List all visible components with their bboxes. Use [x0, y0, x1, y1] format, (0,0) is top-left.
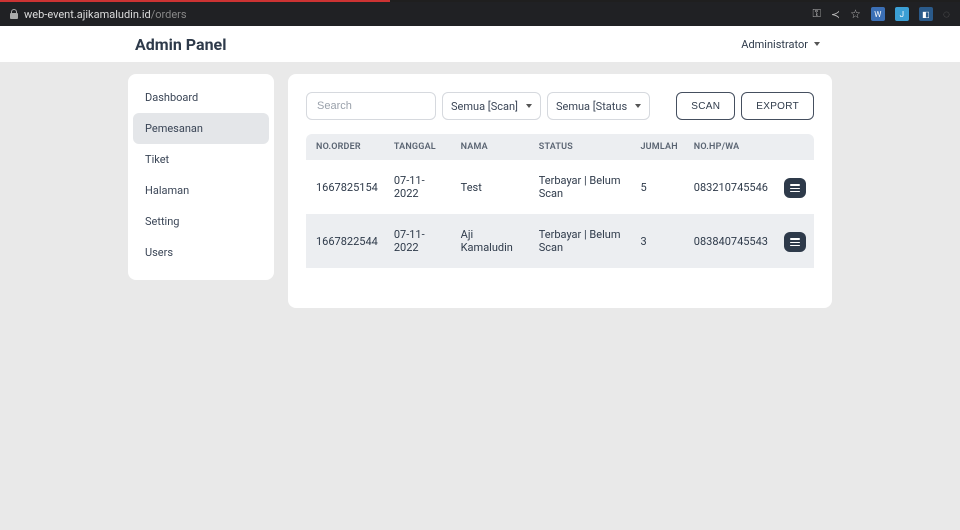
- toolbar: Semua [Scan] Semua [Status SCAN EXPORT: [306, 92, 814, 120]
- col-actions: [776, 134, 814, 160]
- cell-nama: Aji Kamaludin: [453, 214, 531, 268]
- table-row: 1667822544 07-11-2022 Aji Kamaludin Terb…: [306, 214, 814, 268]
- key-icon[interactable]: ⚿: [813, 7, 821, 21]
- browser-action-icons: ⚿ ≺ ☆ W J ◧ ◌: [813, 7, 951, 21]
- cell-status: Terbayar | Belum Scan: [531, 160, 633, 214]
- cell-jumlah: 3: [632, 214, 685, 268]
- row-actions-button[interactable]: [784, 178, 806, 198]
- filter-status-select[interactable]: Semua [Status: [547, 92, 650, 120]
- extension-icon-3[interactable]: ◧: [919, 7, 933, 21]
- url-domain: web-event.ajikamaludin.id: [24, 8, 151, 21]
- chevron-down-icon: [814, 42, 820, 46]
- share-icon[interactable]: ≺: [831, 8, 840, 21]
- user-menu[interactable]: Administrator: [741, 38, 820, 51]
- user-label: Administrator: [741, 38, 808, 51]
- cell-no-order: 1667822544: [306, 214, 386, 268]
- star-icon[interactable]: ☆: [850, 7, 861, 21]
- cell-nohp: 083210745546: [686, 160, 776, 214]
- url-path: /orders: [151, 8, 187, 21]
- filter-scan-select[interactable]: Semua [Scan]: [442, 92, 541, 120]
- sidebar: Dashboard Pemesanan Tiket Halaman Settin…: [128, 74, 274, 280]
- lock-icon: [10, 9, 18, 19]
- cell-actions: [776, 214, 814, 268]
- cell-status: Terbayar | Belum Scan: [531, 214, 633, 268]
- extension-icon-4[interactable]: ◌: [943, 7, 950, 21]
- filter-status-label: Semua [Status: [556, 100, 627, 113]
- orders-table: NO.ORDER TANGGAL NAMA STATUS JUMLAH NO.H…: [306, 134, 814, 268]
- col-jumlah: JUMLAH: [632, 134, 685, 160]
- menu-icon: [790, 184, 800, 192]
- sidebar-item-setting[interactable]: Setting: [133, 206, 269, 237]
- scan-button[interactable]: SCAN: [676, 92, 735, 120]
- col-status: STATUS: [531, 134, 633, 160]
- filter-scan-label: Semua [Scan]: [451, 100, 518, 113]
- sidebar-item-tiket[interactable]: Tiket: [133, 144, 269, 175]
- col-tanggal: TANGGAL: [386, 134, 453, 160]
- sidebar-item-pemesanan[interactable]: Pemesanan: [133, 113, 269, 144]
- cell-actions: [776, 160, 814, 214]
- col-nama: NAMA: [453, 134, 531, 160]
- chevron-down-icon: [526, 104, 532, 108]
- export-button[interactable]: EXPORT: [741, 92, 814, 120]
- row-actions-button[interactable]: [784, 232, 806, 252]
- cell-tanggal: 07-11-2022: [386, 160, 453, 214]
- cell-tanggal: 07-11-2022: [386, 214, 453, 268]
- col-nohp: NO.HP/WA: [686, 134, 776, 160]
- cell-no-order: 1667825154: [306, 160, 386, 214]
- page-title: Admin Panel: [135, 35, 226, 54]
- table-row: 1667825154 07-11-2022 Test Terbayar | Be…: [306, 160, 814, 214]
- col-no-order: NO.ORDER: [306, 134, 386, 160]
- menu-icon: [790, 238, 800, 246]
- main-panel: Semua [Scan] Semua [Status SCAN EXPORT N…: [288, 74, 832, 308]
- chevron-down-icon: [635, 104, 641, 108]
- sidebar-item-users[interactable]: Users: [133, 237, 269, 268]
- search-input[interactable]: [306, 92, 436, 120]
- sidebar-item-halaman[interactable]: Halaman: [133, 175, 269, 206]
- sidebar-item-dashboard[interactable]: Dashboard: [133, 82, 269, 113]
- cell-nama: Test: [453, 160, 531, 214]
- extension-icon-1[interactable]: W: [871, 7, 885, 21]
- app-header: Admin Panel Administrator: [0, 26, 960, 62]
- table-header-row: NO.ORDER TANGGAL NAMA STATUS JUMLAH NO.H…: [306, 134, 814, 160]
- browser-loading-bar: [0, 0, 960, 2]
- cell-jumlah: 5: [632, 160, 685, 214]
- cell-nohp: 083840745543: [686, 214, 776, 268]
- extension-icon-2[interactable]: J: [895, 7, 909, 21]
- browser-url-bar: web-event.ajikamaludin.id/orders ⚿ ≺ ☆ W…: [0, 2, 960, 26]
